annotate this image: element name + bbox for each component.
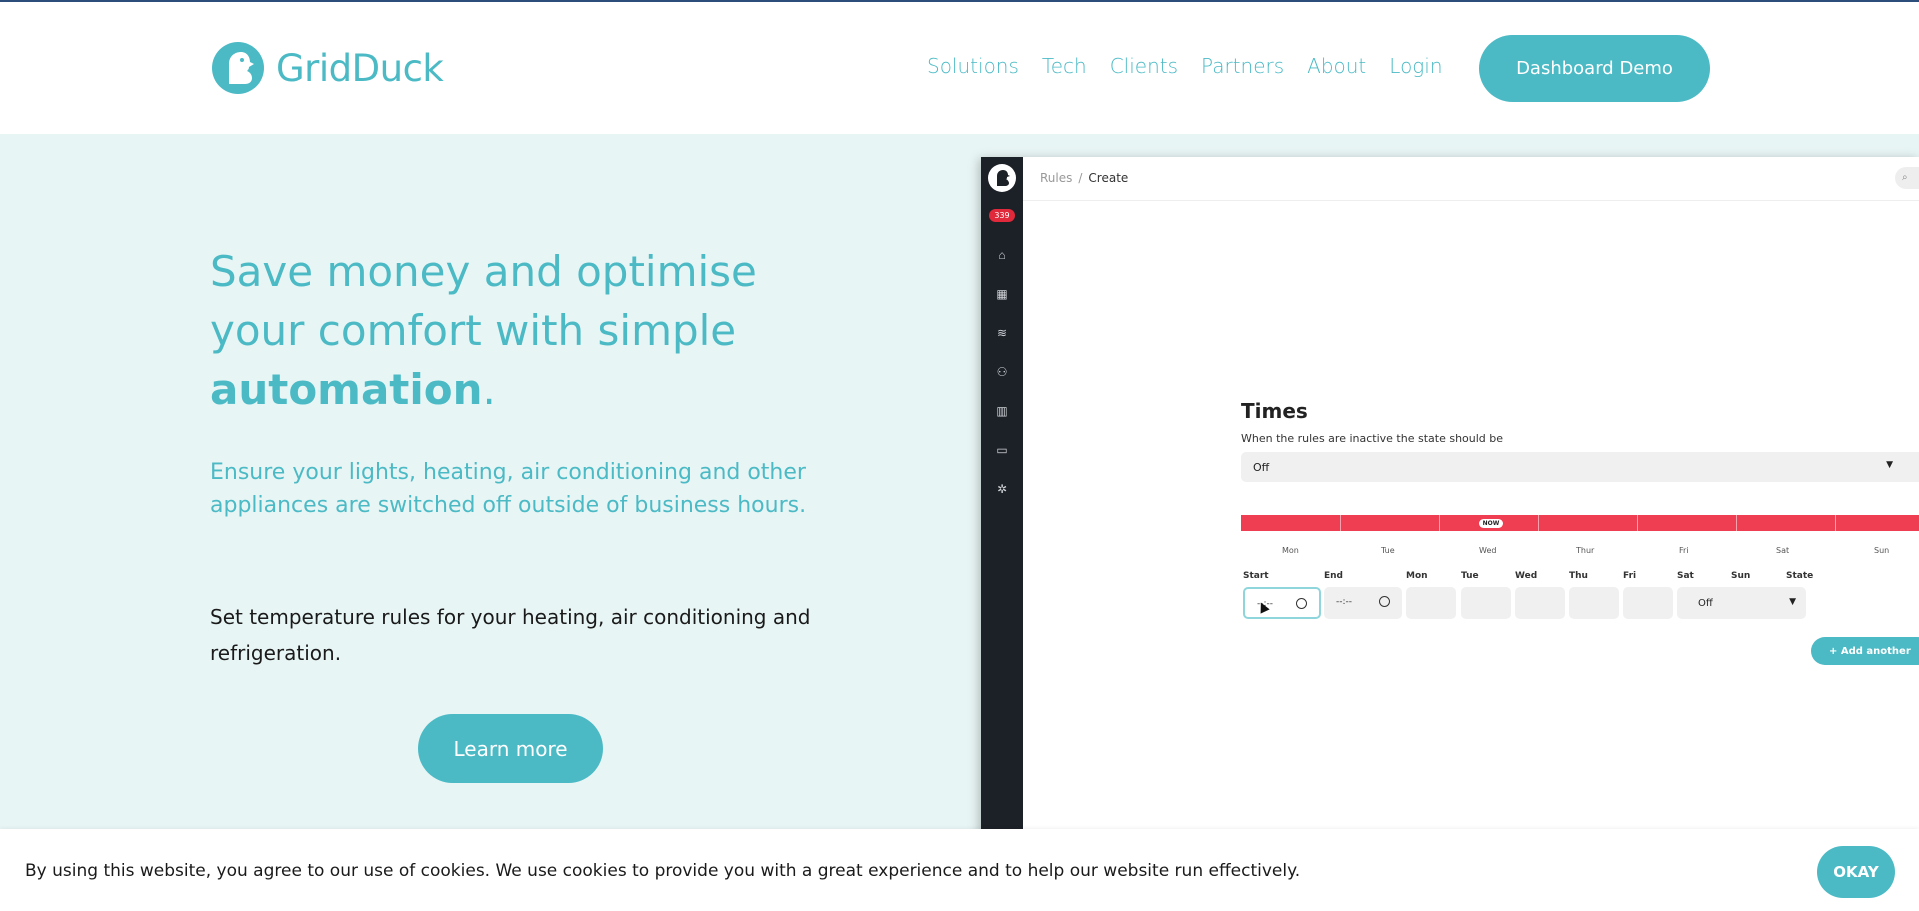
dashboard-demo-button[interactable]: Dashboard Demo (1479, 35, 1710, 102)
timeline-day-wed: Wed (1479, 546, 1497, 555)
layers-icon[interactable]: ≋ (994, 325, 1010, 341)
end-time-input[interactable]: --:-- (1324, 587, 1402, 619)
col-sat: Sat (1677, 571, 1694, 581)
timeline-day-mon: Mon (1282, 546, 1299, 555)
nav-solutions[interactable]: Solutions (927, 54, 1019, 78)
users-icon[interactable]: ⚇ (994, 364, 1010, 380)
col-fri: Fri (1623, 571, 1637, 581)
times-heading: Times (1241, 399, 1308, 423)
timeline-day-sat: Sat (1776, 546, 1790, 555)
day-toggle-tue[interactable] (1461, 587, 1511, 619)
app-screenshot: 339 ⌂ ▦ ≋ ⚇ ▥ ▭ ✲ Rules / Create ⌕ Times W… (981, 157, 1919, 857)
timeline-tick (1637, 515, 1638, 531)
app-topbar: Rules / Create ⌕ (1023, 157, 1919, 201)
app-logo-icon[interactable] (988, 164, 1016, 192)
hero-subhead: Ensure your lights, heating, air conditi… (210, 460, 807, 518)
brand-logo[interactable]: GridDuck (212, 42, 444, 94)
inactive-state-select[interactable]: Off ▼ (1241, 452, 1919, 482)
nav-about[interactable]: About (1307, 54, 1366, 78)
col-start: Start (1243, 571, 1269, 581)
search-icon[interactable]: ⌕ (1895, 167, 1919, 189)
duck-logo-icon (212, 42, 264, 94)
cookie-banner: By using this website, you agree to our … (0, 829, 1919, 911)
day-toggle-wed[interactable] (1515, 587, 1565, 619)
nav-tech[interactable]: Tech (1042, 54, 1087, 78)
hero-headline: Save money and optimise your comfort wit… (210, 242, 830, 419)
timeline-tick (1736, 515, 1737, 531)
notification-badge[interactable]: 339 (989, 209, 1015, 222)
col-mon: Mon (1406, 571, 1428, 581)
row-state-value: Off (1698, 598, 1713, 609)
learn-more-button[interactable]: Learn more (418, 714, 603, 783)
laptop-icon[interactable]: ▭ (994, 442, 1010, 458)
timeline-tick (1835, 515, 1836, 531)
col-state: State (1786, 571, 1814, 581)
nav-clients[interactable]: Clients (1110, 54, 1178, 78)
hero-body: Set temperature rules for your heating, … (210, 605, 811, 665)
day-toggle-thu[interactable] (1569, 587, 1619, 619)
chevron-down-icon: ▼ (1886, 460, 1893, 470)
chevron-down-icon: ▼ (1789, 597, 1796, 607)
timeline-tick (1538, 515, 1539, 531)
week-timeline: NOW (1241, 515, 1919, 531)
start-time-input[interactable]: --:-- (1243, 587, 1321, 619)
breadcrumb: Rules / Create (1040, 171, 1128, 185)
cookie-message: By using this website, you agree to our … (25, 861, 1301, 881)
end-time-value: --:-- (1336, 597, 1353, 607)
nav-partners[interactable]: Partners (1201, 54, 1284, 78)
headline-period: . (482, 365, 496, 414)
cookie-okay-button[interactable]: OKAY (1817, 846, 1895, 898)
breadcrumb-rules[interactable]: Rules (1040, 171, 1072, 185)
breadcrumb-separator: / (1078, 171, 1083, 185)
col-end: End (1324, 571, 1343, 581)
brand-name: GridDuck (276, 46, 444, 90)
main-nav: Solutions Tech Clients Partners About Lo… (927, 54, 1443, 78)
col-thu: Thu (1569, 571, 1588, 581)
col-tue: Tue (1461, 571, 1479, 581)
timeline-day-sun: Sun (1874, 546, 1890, 555)
gear-icon[interactable]: ✲ (994, 481, 1010, 497)
clock-icon (1379, 596, 1390, 607)
timeline-day-fri: Fri (1679, 546, 1689, 555)
headline-emphasis: automation (210, 365, 483, 414)
nav-login[interactable]: Login (1389, 54, 1442, 78)
inactive-state-value: Off (1253, 461, 1270, 474)
inactive-state-label: When the rules are inactive the state sh… (1241, 432, 1504, 445)
breadcrumb-create: Create (1088, 171, 1129, 185)
col-wed: Wed (1515, 571, 1538, 581)
day-toggle-fri[interactable] (1623, 587, 1673, 619)
timeline-day-tue: Tue (1381, 546, 1395, 555)
headline-text: Save money and optimise your comfort wit… (210, 247, 757, 355)
calculator-icon[interactable]: ▦ (994, 286, 1010, 302)
day-toggle-mon[interactable] (1406, 587, 1456, 619)
chart-icon[interactable]: ▥ (994, 403, 1010, 419)
now-marker: NOW (1479, 519, 1503, 528)
add-another-button[interactable]: + Add another (1811, 637, 1919, 665)
timeline-tick (1439, 515, 1440, 531)
app-sidebar: 339 ⌂ ▦ ≋ ⚇ ▥ ▭ ✲ (981, 157, 1023, 857)
site-header: GridDuck Solutions Tech Clients Partners… (0, 2, 1919, 134)
clock-icon (1296, 598, 1307, 609)
home-icon[interactable]: ⌂ (994, 247, 1010, 263)
timeline-day-thur: Thur (1576, 546, 1595, 555)
row-state-select[interactable]: Off ▼ (1686, 587, 1806, 619)
timeline-tick (1340, 515, 1341, 531)
col-sun: Sun (1731, 571, 1751, 581)
